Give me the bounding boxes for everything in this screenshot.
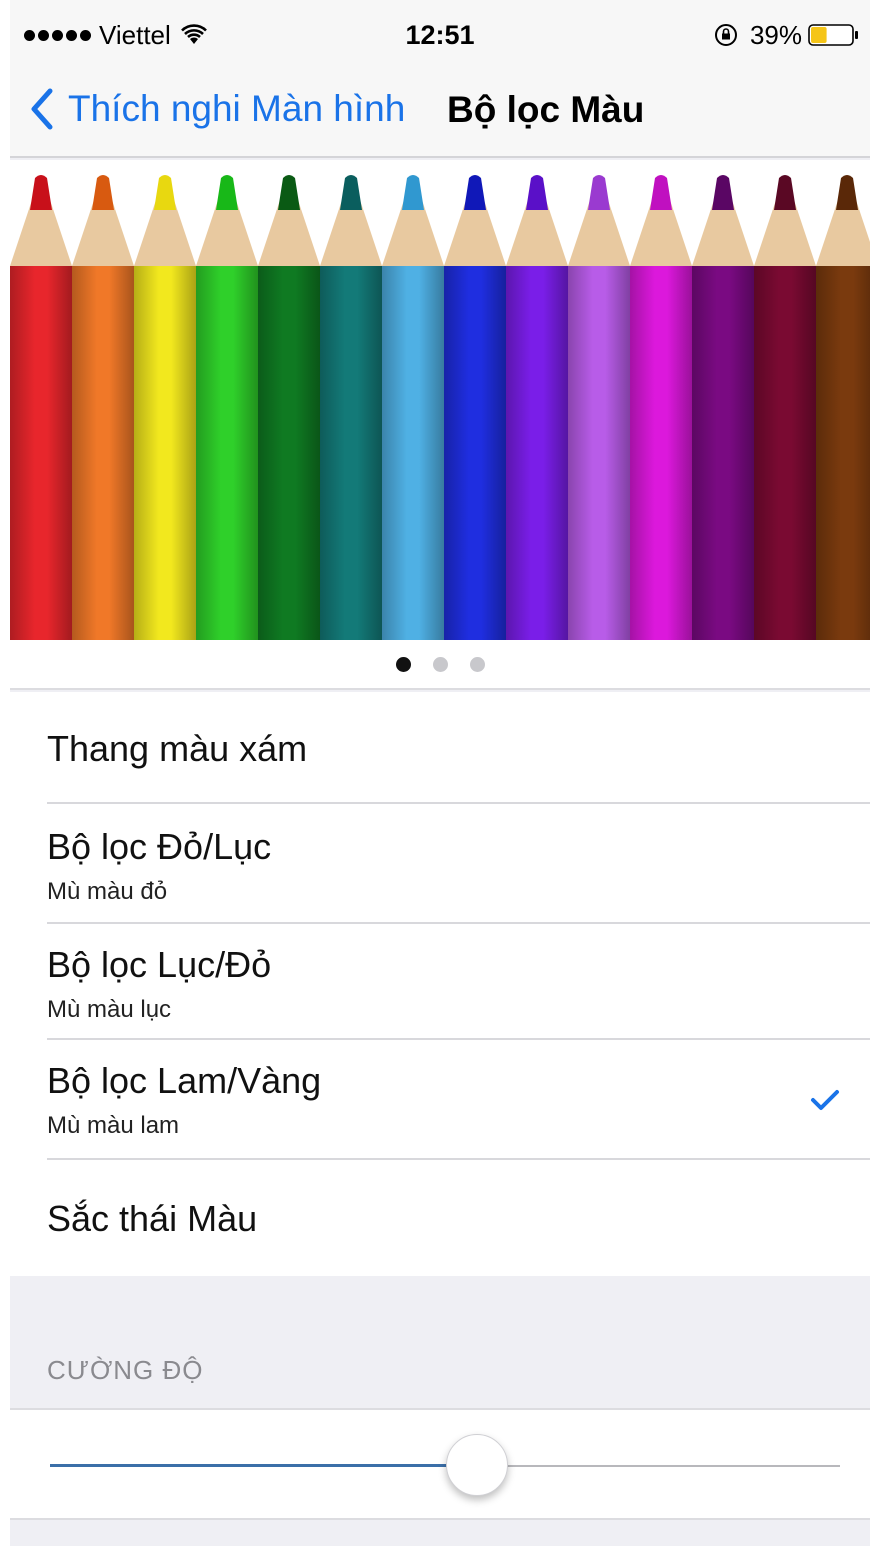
filter-subtitle: Mù màu đỏ (47, 878, 168, 905)
battery-percent: 39% (749, 19, 802, 50)
filter-row-color-tint[interactable]: Sắc thái Màu (10, 1160, 870, 1276)
navigation-bar: Thích nghi Màn hình Bộ lọc Màu (10, 70, 870, 158)
filter-row-grayscale[interactable]: Thang màu xám (10, 692, 870, 804)
page-title: Bộ lọc Màu (447, 89, 645, 130)
pencil-2 (72, 175, 134, 640)
filter-subtitle: Mù màu lam (47, 1112, 180, 1139)
intensity-slider-thumb[interactable] (445, 1434, 508, 1496)
screen: Viettel 12:51 39% Thích nghi Màn hình Bộ… (10, 0, 870, 1546)
section-spacer (10, 1276, 870, 1408)
filter-title: Bộ lọc Lam/Vàng (47, 1060, 322, 1101)
filter-row-red-green[interactable]: Bộ lọc Đỏ/Lục Mù màu đỏ (10, 804, 870, 924)
back-button[interactable]: Thích nghi Màn hình (28, 84, 405, 134)
intensity-slider-cell (10, 1408, 870, 1520)
pencil-14 (816, 175, 870, 640)
pencil-5 (258, 175, 320, 640)
pencil-3 (134, 175, 196, 640)
pencil-6 (320, 175, 382, 640)
pencil-4 (196, 175, 258, 640)
back-button-label: Thích nghi Màn hình (68, 88, 406, 129)
intensity-section-header: CƯỜNG ĐỘ (47, 1355, 204, 1385)
slider-track-filled[interactable] (50, 1464, 477, 1467)
rotation-lock-icon (714, 24, 737, 46)
pencil-11 (630, 175, 692, 640)
pencil-1 (10, 175, 72, 640)
filter-title: Bộ lọc Đỏ/Lục (47, 826, 272, 867)
battery-icon (808, 24, 858, 46)
page-dot-1[interactable] (395, 656, 411, 672)
pencil-13 (754, 175, 816, 640)
page-dot-3[interactable] (469, 656, 485, 672)
pencil-12 (692, 175, 754, 640)
pencils-image (10, 175, 870, 640)
filter-title: Sắc thái Màu (47, 1198, 258, 1239)
filter-row-green-red[interactable]: Bộ lọc Lục/Đỏ Mù màu lục (10, 924, 870, 1040)
filter-title: Bộ lọc Lục/Đỏ (47, 944, 272, 985)
pencil-9 (506, 175, 568, 640)
status-right: 39% (714, 20, 860, 50)
chevron-left-icon (31, 88, 53, 130)
filter-subtitle: Mù màu lục (47, 996, 172, 1023)
status-bar: Viettel 12:51 39% (10, 0, 870, 70)
pencil-10 (568, 175, 630, 640)
filter-row-blue-yellow[interactable]: Bộ lọc Lam/Vàng Mù màu lam (10, 1040, 870, 1160)
page-control[interactable] (10, 640, 870, 690)
filter-list: Thang màu xám Bộ lọc Đỏ/Lục Mù màu đỏ Bộ… (10, 692, 870, 1276)
slider-track-empty[interactable] (476, 1465, 840, 1467)
color-preview-pencils[interactable] (10, 160, 870, 640)
checkmark-icon (811, 1090, 839, 1110)
filter-title: Thang màu xám (47, 728, 308, 769)
page-dot-2[interactable] (432, 656, 448, 672)
pencil-8 (444, 175, 506, 640)
pencil-7 (382, 175, 444, 640)
